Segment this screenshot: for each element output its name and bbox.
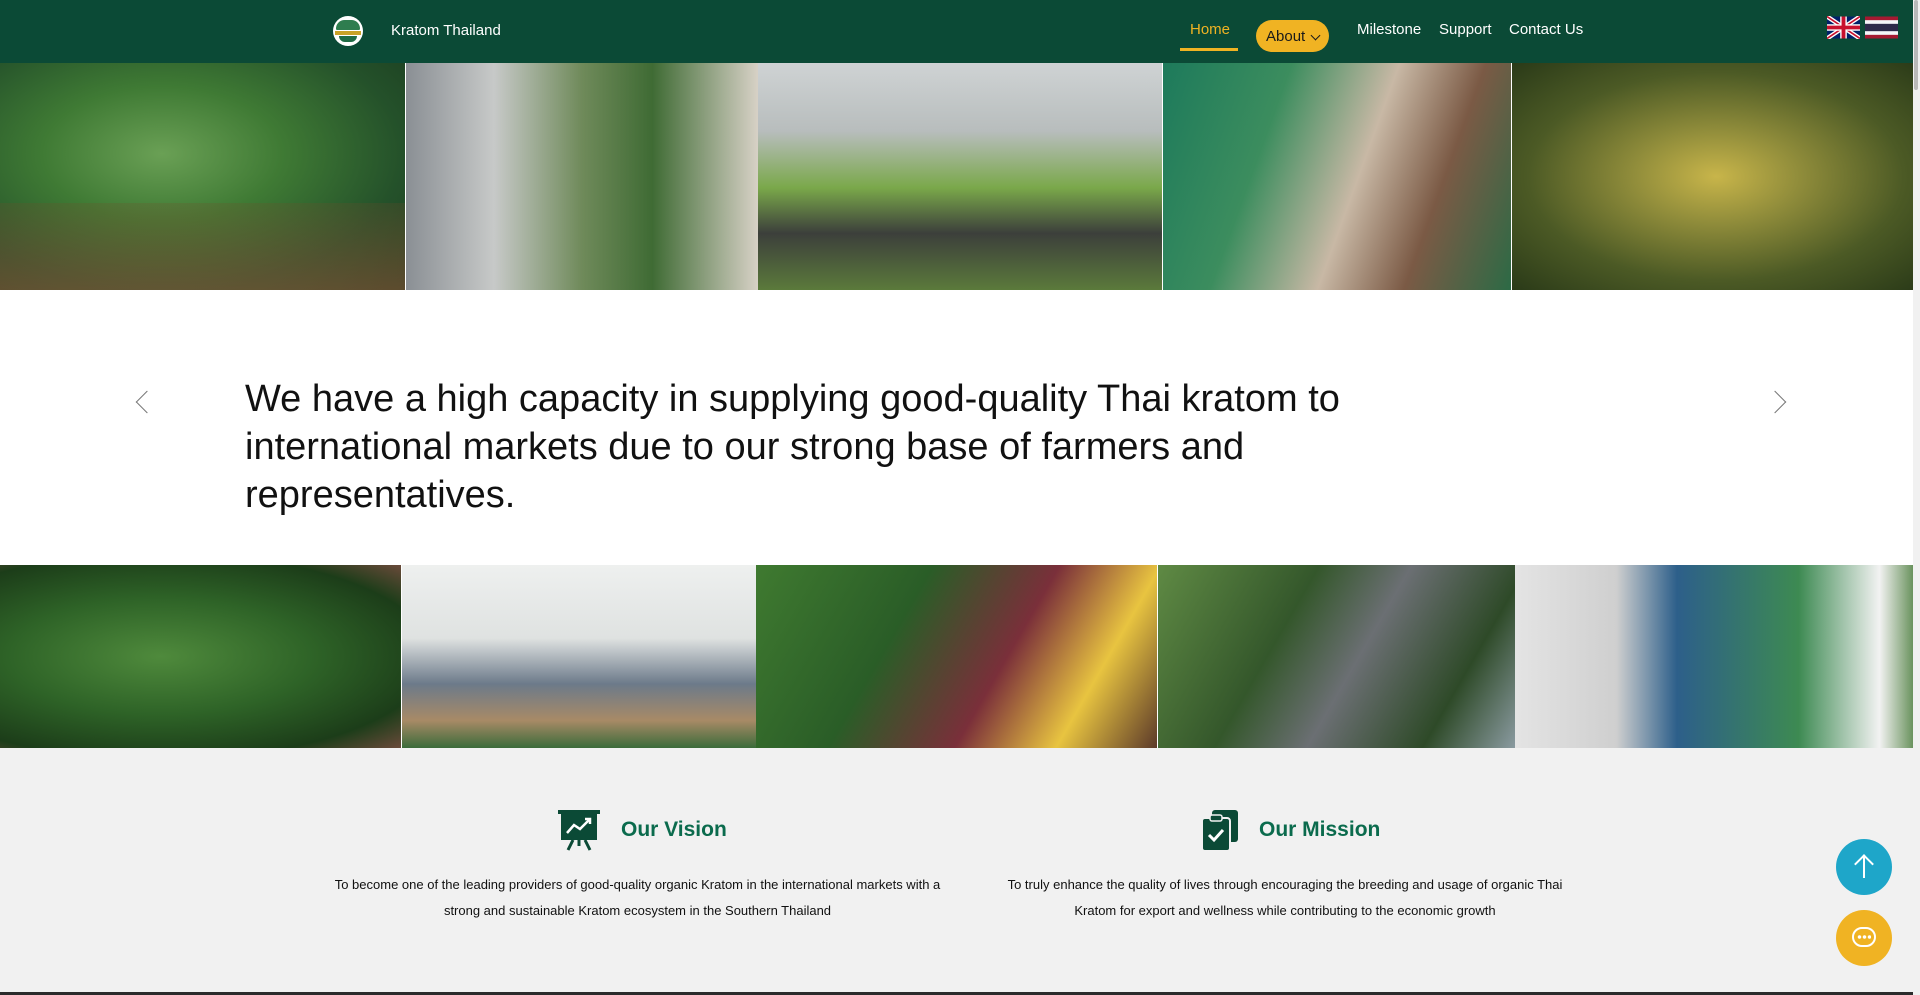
nav-home-link[interactable]: Home (1190, 21, 1230, 38)
bottom-photo-strip (0, 565, 1920, 748)
truck-loading-photo (1158, 565, 1515, 748)
active-nav-underline (1180, 48, 1238, 51)
group-photo (758, 63, 1162, 290)
uk-flag-icon[interactable] (1827, 16, 1860, 39)
carousel-slide-text: We have a high capacity in supplying goo… (245, 378, 1340, 516)
kratom-logo-icon[interactable] (333, 16, 363, 46)
clipboard-check-icon (1198, 808, 1244, 852)
public-speech-photo (402, 565, 756, 748)
seedling-handling-photo (1163, 63, 1511, 290)
kratom-leaves-photo (1512, 63, 1920, 290)
page-scrollbar[interactable] (1913, 0, 1920, 995)
thailand-flag-icon[interactable] (1865, 16, 1898, 39)
chevron-left-icon[interactable] (135, 390, 159, 414)
chat-button[interactable] (1836, 910, 1892, 966)
farmer-with-plants-photo (756, 565, 1157, 748)
scrollbar-thumb[interactable] (1914, 0, 1918, 90)
chevron-right-icon[interactable] (1763, 390, 1787, 414)
nav-about-label: About (1266, 28, 1306, 45)
mission-text: To truly enhance the quality of lives th… (1007, 877, 1563, 918)
farmers-planting-photo (406, 63, 758, 290)
nav-contact-link[interactable]: Contact Us (1509, 21, 1583, 38)
top-photo-strip (0, 63, 1920, 290)
kratom-seedlings-photo (0, 63, 405, 290)
kratom-leaf-closeup-photo (0, 565, 401, 748)
nav-milestone-link[interactable]: Milestone (1357, 21, 1421, 38)
brand-name[interactable]: Kratom Thailand (391, 22, 501, 39)
presentation-chart-icon (556, 808, 602, 852)
chevron-down-icon (1310, 30, 1321, 41)
scroll-to-top-button[interactable] (1836, 839, 1892, 895)
vision-title: Our Vision (621, 818, 727, 841)
mission-title: Our Mission (1259, 818, 1381, 841)
top-navbar: Kratom Thailand Home About Milestone Sup… (0, 0, 1920, 63)
vision-text: To become one of the leading providers o… (334, 877, 941, 918)
nav-about-dropdown[interactable]: About (1256, 20, 1329, 52)
meeting-photo (1515, 565, 1920, 748)
nav-support-link[interactable]: Support (1439, 21, 1492, 38)
